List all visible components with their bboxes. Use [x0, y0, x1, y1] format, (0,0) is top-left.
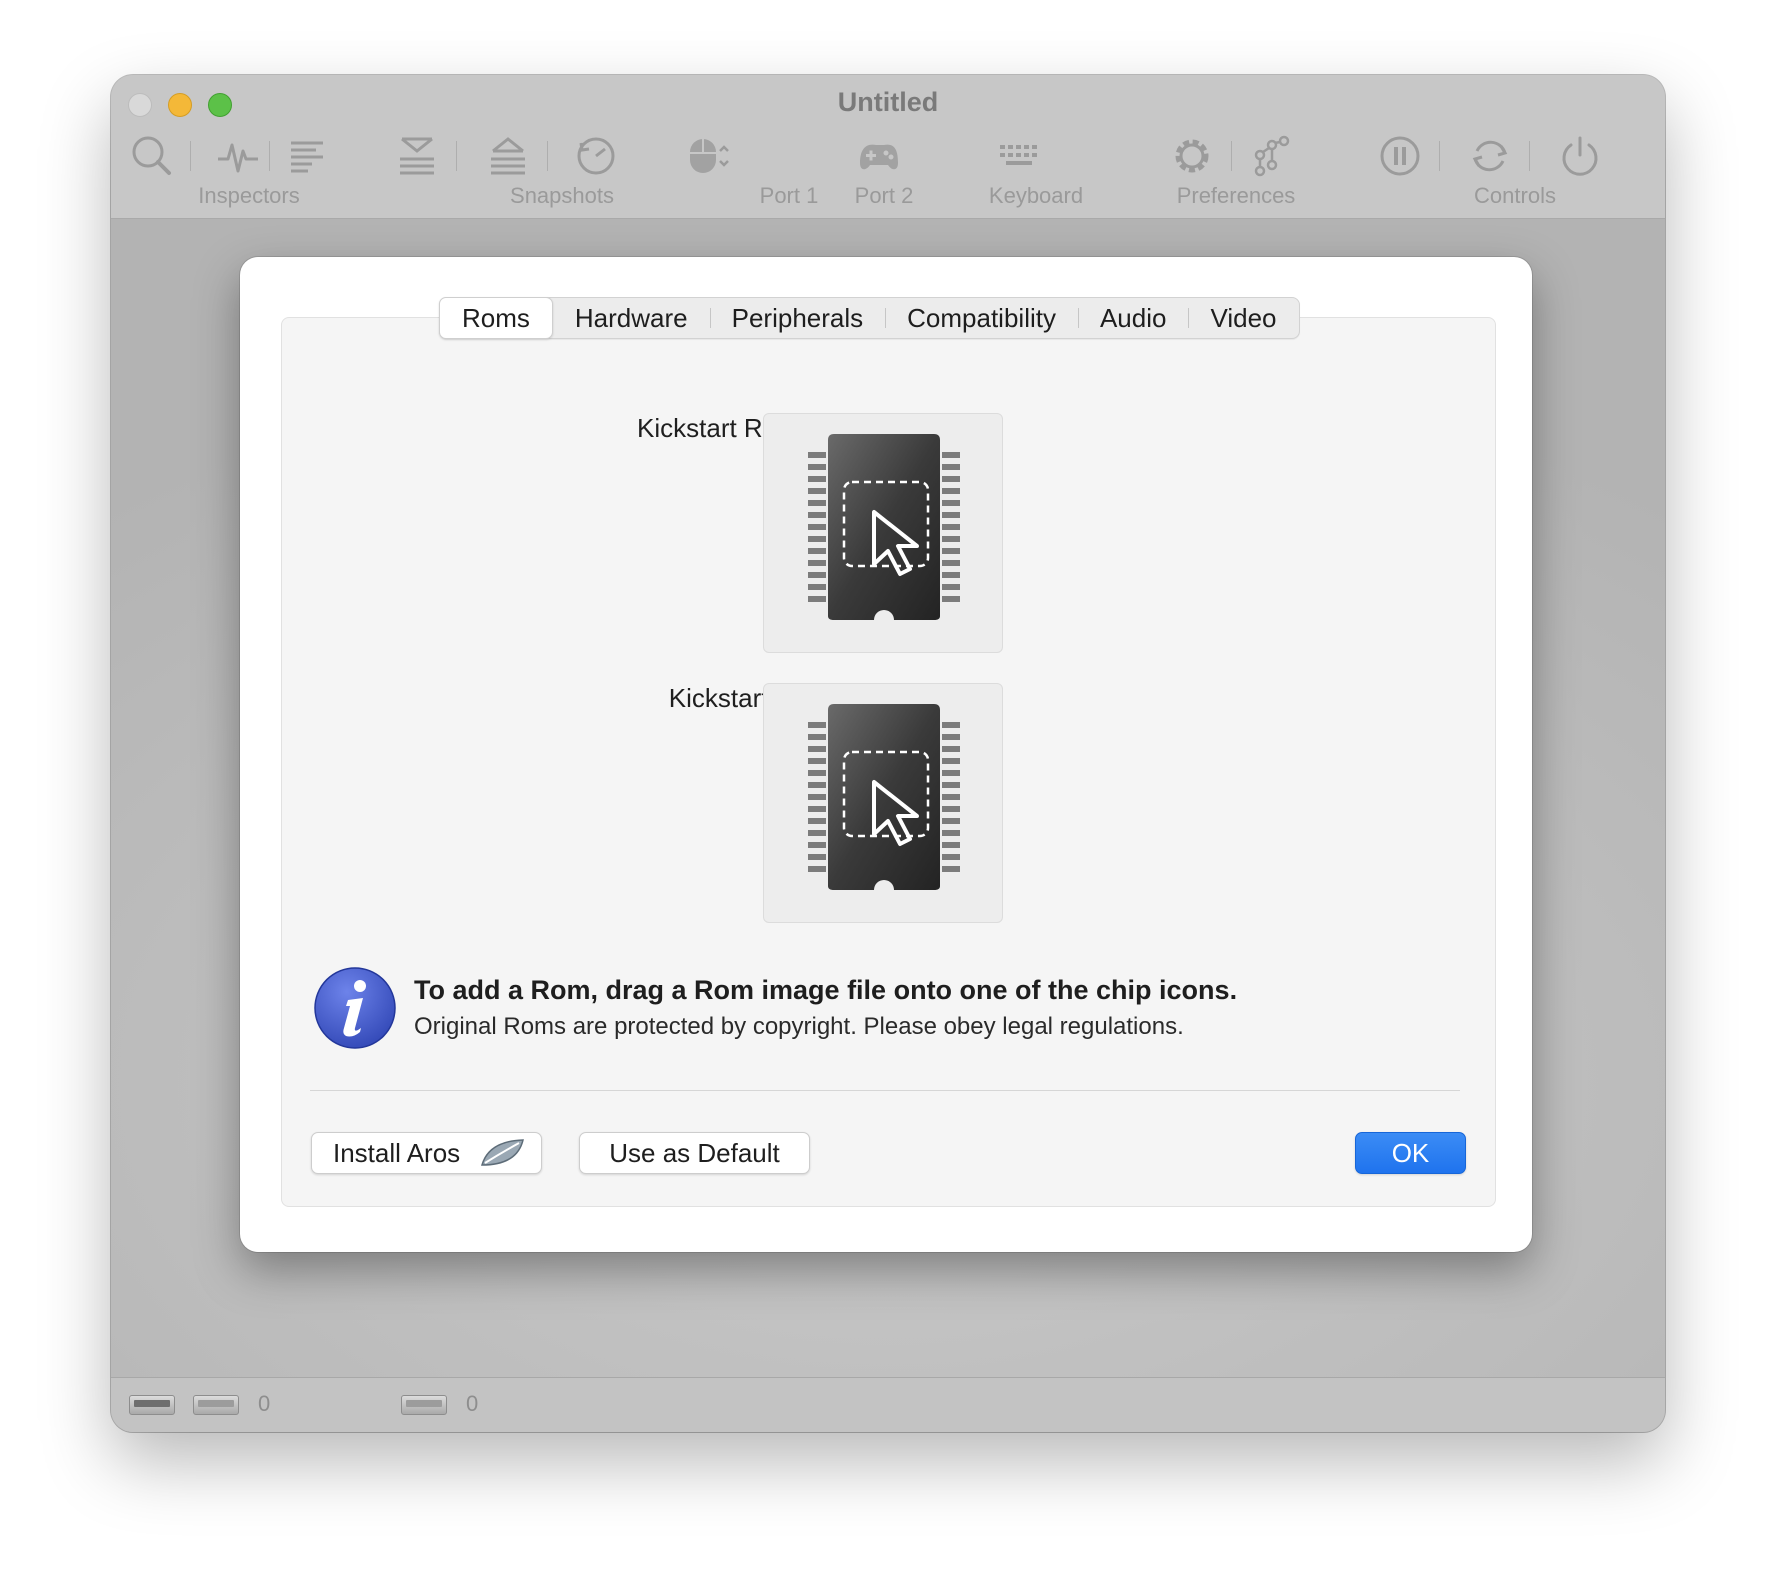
tab-compatibility[interactable]: Compatibility	[885, 298, 1078, 338]
kickstart-extension-drop-well[interactable]	[763, 683, 1003, 923]
drive-df0-icon[interactable]	[129, 1395, 175, 1415]
gear-icon[interactable]	[1169, 133, 1215, 179]
tab-bar: Roms Hardware Peripherals Compatibility …	[439, 297, 1300, 339]
tab-video[interactable]: Video	[1188, 298, 1298, 338]
status-bar: 0 0	[111, 1377, 1665, 1432]
toolbar-label-port1: Port 1	[759, 183, 819, 208]
network-icon[interactable]	[1248, 133, 1294, 179]
drive-count-right: 0	[466, 1391, 479, 1416]
tab-hardware[interactable]: Hardware	[553, 298, 710, 338]
tab-peripherals[interactable]: Peripherals	[709, 298, 886, 338]
power-icon[interactable]	[1557, 133, 1603, 179]
install-aros-button[interactable]: Install Aros	[311, 1132, 542, 1174]
magnifier-icon[interactable]	[129, 133, 175, 179]
toolbar-label-controls: Controls	[1474, 183, 1556, 208]
mouse-icon[interactable]	[684, 133, 730, 179]
tab-audio[interactable]: Audio	[1077, 298, 1189, 338]
toolbar-label-preferences: Preferences	[1176, 183, 1296, 208]
window-title: Untitled	[837, 87, 939, 117]
snapshot-save-icon[interactable]	[394, 133, 440, 179]
kickstart-rom-drop-well[interactable]	[763, 413, 1003, 653]
aros-leaf-icon	[480, 1139, 524, 1166]
toolbar-label-snapshots: Snapshots	[510, 183, 614, 208]
footer-divider	[310, 1090, 1460, 1091]
snapshot-restore-icon[interactable]	[485, 133, 531, 179]
drive-hd0-icon[interactable]	[401, 1395, 447, 1415]
toolbar-label-inspectors: Inspectors	[198, 183, 300, 208]
toolbar-label-keyboard: Keyboard	[988, 183, 1084, 208]
chip-drop-icon	[808, 434, 960, 620]
reset-icon[interactable]	[1467, 133, 1513, 179]
ok-button[interactable]: OK	[1355, 1132, 1466, 1174]
text-lines-icon[interactable]	[286, 133, 332, 179]
install-aros-label: Install Aros	[333, 1138, 461, 1168]
gamepad-icon[interactable]	[856, 133, 916, 179]
info-icon	[314, 967, 396, 1049]
clock-icon[interactable]	[573, 133, 619, 179]
chip-drop-icon	[808, 704, 960, 890]
tab-roms[interactable]: Roms	[439, 297, 553, 339]
titlebar: Untitled Inspectors Snapshots Port 1 Por…	[111, 75, 1665, 219]
use-as-default-button[interactable]: Use as Default	[579, 1132, 810, 1174]
toolbar-label-port2: Port 2	[854, 183, 914, 208]
drive-df1-icon[interactable]	[193, 1395, 239, 1415]
waveform-icon[interactable]	[215, 133, 261, 179]
info-heading: To add a Rom, drag a Rom image file onto…	[414, 975, 1238, 1005]
drive-count-left: 0	[258, 1391, 271, 1416]
info-body: Original Roms are protected by copyright…	[414, 1013, 1184, 1040]
pause-icon[interactable]	[1377, 133, 1423, 179]
keyboard-icon[interactable]	[996, 133, 1042, 179]
